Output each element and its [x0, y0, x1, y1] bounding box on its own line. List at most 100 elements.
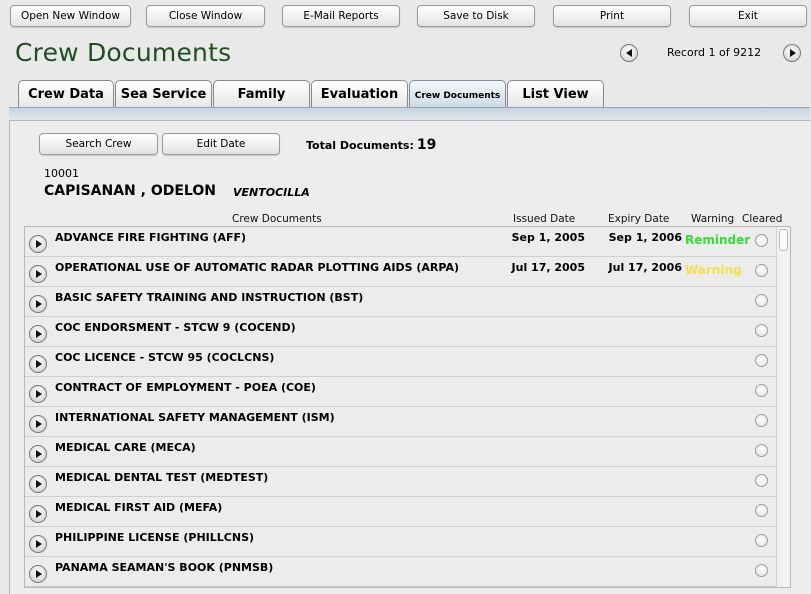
tab-evaluation[interactable]: Evaluation — [311, 80, 408, 108]
row-detail-button[interactable] — [29, 265, 47, 283]
play-arrow-icon — [36, 510, 42, 518]
table-row: COC ENDORSMENT - STCW 9 (COCEND) — [25, 317, 777, 347]
exit-button[interactable]: Exit — [689, 5, 807, 27]
table-row: CONTRACT OF EMPLOYMENT - POEA (COE) — [25, 377, 777, 407]
table-row: OPERATIONAL USE OF AUTOMATIC RADAR PLOTT… — [25, 257, 777, 287]
document-name: BASIC SAFETY TRAINING AND INSTRUCTION (B… — [55, 291, 364, 304]
total-documents-label: Total Documents: — [306, 139, 414, 152]
column-header-expiry: Expiry Date — [608, 213, 670, 225]
email-reports-button[interactable]: E-Mail Reports — [282, 5, 400, 27]
warning-status: Warning — [685, 263, 742, 277]
row-detail-button[interactable] — [29, 445, 47, 463]
play-arrow-icon — [36, 480, 42, 488]
document-name: COC LICENCE - STCW 95 (COCLCNS) — [55, 351, 275, 364]
table-row: MEDICAL DENTAL TEST (MEDTEST) — [25, 467, 777, 497]
tab-family[interactable]: Family — [213, 80, 310, 108]
table-row: PHILIPPINE LICENSE (PHILLCNS) — [25, 527, 777, 557]
row-detail-button[interactable] — [29, 475, 47, 493]
scrollbar-thumb[interactable] — [779, 229, 788, 251]
play-arrow-icon — [36, 420, 42, 428]
column-header-issued: Issued Date — [513, 213, 576, 225]
row-detail-button[interactable] — [29, 295, 47, 313]
edit-date-button[interactable]: Edit Date — [162, 133, 280, 155]
row-detail-button[interactable] — [29, 385, 47, 403]
play-arrow-icon — [36, 570, 42, 578]
cleared-radio[interactable] — [755, 384, 768, 397]
expiry-date: Sep 1, 2006 — [608, 231, 682, 244]
column-header-warning: Warning — [691, 213, 735, 225]
scrollbar[interactable] — [776, 227, 790, 587]
cleared-radio[interactable] — [755, 474, 768, 487]
save-to-disk-button[interactable]: Save to Disk — [417, 5, 535, 27]
search-crew-button[interactable]: Search Crew — [39, 133, 158, 155]
next-record-button[interactable] — [783, 44, 801, 62]
tab-crew-data[interactable]: Crew Data — [18, 80, 114, 108]
document-name: ADVANCE FIRE FIGHTING (AFF) — [55, 231, 247, 244]
tab-sea-service[interactable]: Sea Service — [115, 80, 212, 108]
cleared-radio[interactable] — [755, 444, 768, 457]
issued-date: Jul 17, 2005 — [511, 261, 585, 274]
total-documents-value: 19 — [416, 137, 437, 153]
document-name: PHILIPPINE LICENSE (PHILLCNS) — [55, 531, 255, 544]
document-name: MEDICAL CARE (MECA) — [55, 441, 196, 454]
table-row: PANAMA SEAMAN'S BOOK (PNMSB) — [25, 557, 777, 587]
row-detail-button[interactable] — [29, 415, 47, 433]
cleared-radio[interactable] — [755, 264, 768, 277]
record-counter: Record 1 of 9212 — [667, 46, 762, 59]
play-arrow-icon — [36, 240, 42, 248]
tab-crew-documents[interactable]: Crew Documents — [409, 80, 506, 110]
play-arrow-icon — [36, 270, 42, 278]
table-row: INTERNATIONAL SAFETY MANAGEMENT (ISM) — [25, 407, 777, 437]
crew-middle-name: VENTOCILLA — [233, 186, 310, 199]
chevron-left-icon — [625, 49, 632, 57]
document-name: OPERATIONAL USE OF AUTOMATIC RADAR PLOTT… — [55, 261, 459, 274]
cleared-radio[interactable] — [755, 234, 768, 247]
document-name: INTERNATIONAL SAFETY MANAGEMENT (ISM) — [55, 411, 335, 424]
print-button[interactable]: Print — [553, 5, 671, 27]
expiry-date: Jul 17, 2006 — [608, 261, 682, 274]
document-name: MEDICAL DENTAL TEST (MEDTEST) — [55, 471, 269, 484]
row-detail-button[interactable] — [29, 535, 47, 553]
previous-record-button[interactable] — [620, 44, 638, 62]
cleared-radio[interactable] — [755, 414, 768, 427]
tab-list-view[interactable]: List View — [507, 80, 604, 108]
document-name: MEDICAL FIRST AID (MEFA) — [55, 501, 223, 514]
cleared-radio[interactable] — [755, 564, 768, 577]
open-new-window-button[interactable]: Open New Window — [10, 5, 131, 27]
chevron-right-icon — [789, 49, 796, 57]
close-window-button[interactable]: Close Window — [146, 5, 265, 27]
cleared-radio[interactable] — [755, 534, 768, 547]
tab-panel-header — [9, 107, 810, 121]
row-detail-button[interactable] — [29, 565, 47, 583]
play-arrow-icon — [36, 300, 42, 308]
warning-status: Reminder — [685, 233, 751, 247]
row-detail-button[interactable] — [29, 325, 47, 343]
row-detail-button[interactable] — [29, 505, 47, 523]
issued-date: Sep 1, 2005 — [511, 231, 585, 244]
row-detail-button[interactable] — [29, 355, 47, 373]
crew-id: 10001 — [44, 167, 79, 180]
play-arrow-icon — [36, 330, 42, 338]
page-title: Crew Documents — [15, 38, 232, 67]
play-arrow-icon — [36, 390, 42, 398]
table-row: ADVANCE FIRE FIGHTING (AFF) Sep 1, 2005 Se… — [25, 227, 777, 257]
document-name: COC ENDORSMENT - STCW 9 (COCEND) — [55, 321, 296, 334]
column-header-documents: Crew Documents — [232, 213, 322, 225]
documents-list[interactable]: ADVANCE FIRE FIGHTING (AFF) Sep 1, 2005 Se… — [24, 226, 791, 588]
cleared-radio[interactable] — [755, 324, 768, 337]
cleared-radio[interactable] — [755, 504, 768, 517]
document-name: PANAMA SEAMAN'S BOOK (PNMSB) — [55, 561, 274, 574]
table-row: MEDICAL CARE (MECA) — [25, 437, 777, 467]
play-arrow-icon — [36, 360, 42, 368]
table-row: COC LICENCE - STCW 95 (COCLCNS) — [25, 347, 777, 377]
play-arrow-icon — [36, 540, 42, 548]
document-name: CONTRACT OF EMPLOYMENT - POEA (COE) — [55, 381, 316, 394]
cleared-radio[interactable] — [755, 354, 768, 367]
crew-name: CAPISANAN , ODELON — [44, 183, 216, 199]
table-row: BASIC SAFETY TRAINING AND INSTRUCTION (B… — [25, 287, 777, 317]
column-header-cleared: Cleared — [742, 213, 783, 225]
row-detail-button[interactable] — [29, 235, 47, 253]
total-documents: Total Documents: 19 — [306, 137, 436, 153]
play-arrow-icon — [36, 450, 42, 458]
cleared-radio[interactable] — [755, 294, 768, 307]
